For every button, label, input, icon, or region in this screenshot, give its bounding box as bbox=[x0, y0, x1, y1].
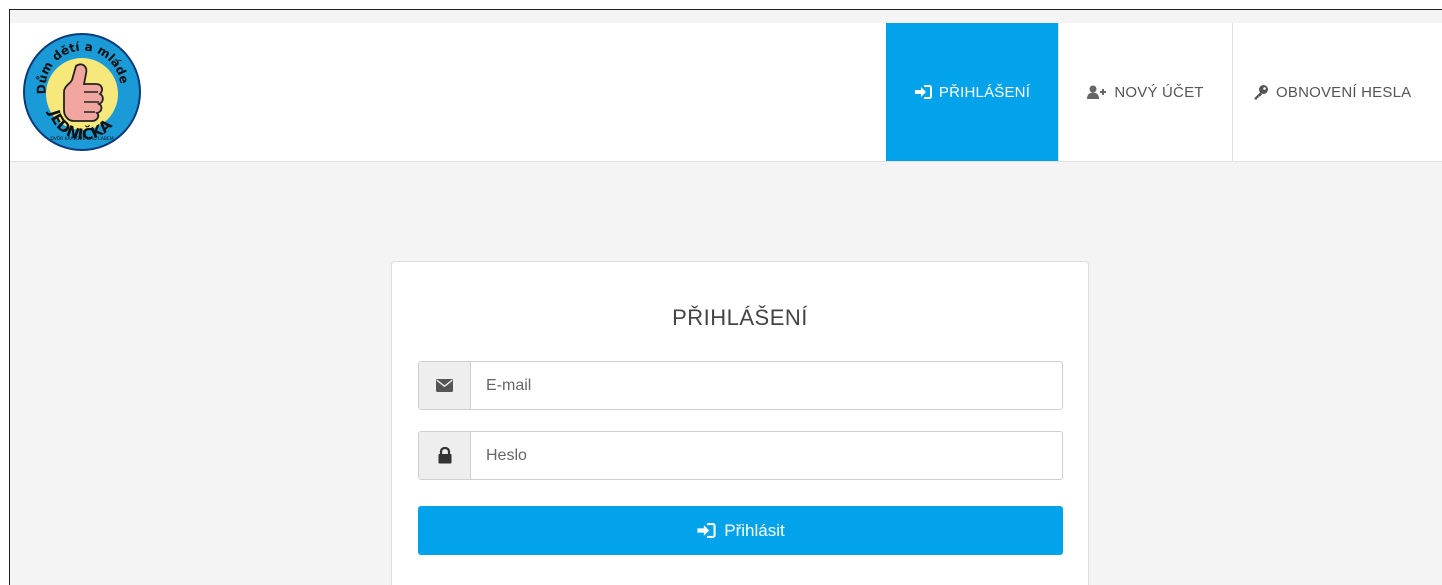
login-card: PŘIHLÁŠENÍ E-mail Přihlásit bbox=[391, 261, 1089, 585]
nav-label-password-reset: OBNOVENÍ HESLA bbox=[1276, 83, 1412, 101]
email-field[interactable] bbox=[471, 362, 1062, 409]
login-submit-label: Přihlásit bbox=[724, 520, 785, 540]
user-plus-icon bbox=[1087, 85, 1107, 99]
navbar: Dům dětí a mládeže JEDNIČKA DVŮR KRÁLOVÉ… bbox=[10, 21, 1442, 162]
nav-item-password-reset[interactable]: OBNOVENÍ HESLA bbox=[1232, 23, 1431, 161]
page-frame: Dům dětí a mládeže JEDNIČKA DVŮR KRÁLOVÉ… bbox=[9, 9, 1442, 585]
main-nav: PŘIHLÁŠENÍ NOVÝ ÚČET OBNOVENÍ HESLA bbox=[886, 23, 1431, 161]
sign-in-icon bbox=[914, 85, 932, 99]
sign-in-icon bbox=[696, 523, 716, 538]
nav-label-new-account: NOVÝ ÚČET bbox=[1114, 83, 1204, 101]
brand-logo[interactable]: Dům dětí a mládeže JEDNIČKA DVŮR KRÁLOVÉ… bbox=[18, 21, 142, 152]
password-input-group bbox=[418, 431, 1063, 480]
login-title: PŘIHLÁŠENÍ bbox=[672, 305, 808, 330]
password-field[interactable] bbox=[471, 432, 1062, 479]
key-icon bbox=[1253, 84, 1269, 100]
login-submit-button[interactable]: Přihlásit bbox=[418, 506, 1063, 555]
nav-label-login: PŘIHLÁŠENÍ bbox=[938, 83, 1031, 101]
email-input-group bbox=[418, 361, 1063, 410]
top-strip bbox=[10, 10, 1442, 23]
envelope-icon bbox=[419, 362, 471, 409]
nav-item-login[interactable]: PŘIHLÁŠENÍ bbox=[886, 23, 1058, 161]
thumbs-up-logo-icon: Dům dětí a mládeže JEDNIČKA DVŮR KRÁLOVÉ… bbox=[18, 21, 141, 151]
lock-icon bbox=[419, 432, 471, 479]
nav-item-new-account[interactable]: NOVÝ ÚČET bbox=[1058, 23, 1232, 161]
